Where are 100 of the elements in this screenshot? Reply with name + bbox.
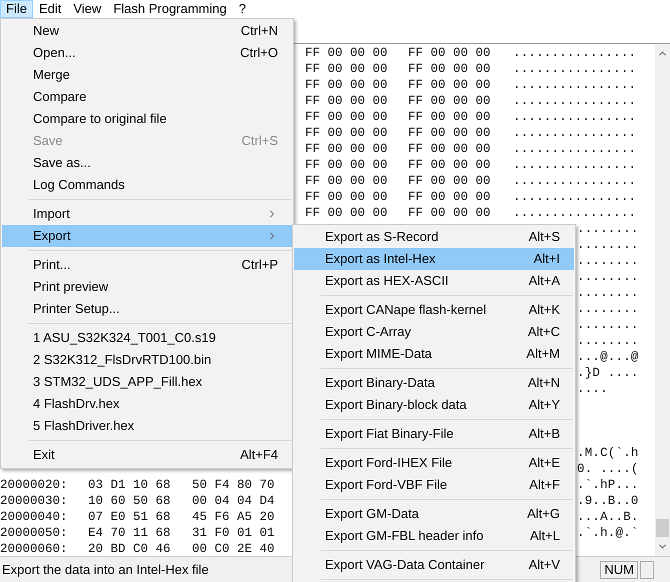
ascii-text: ................ <box>513 190 636 204</box>
menu-item[interactable]: Export CANape flash-kernel Alt+K <box>294 299 574 321</box>
hex-bytes: FF 00 00 00 <box>408 126 491 140</box>
hex-bytes: 20 BD C0 46 <box>88 542 171 556</box>
ascii-text: ................ <box>513 94 636 108</box>
hex-bytes: FF 00 00 00 <box>408 46 491 60</box>
ascii-text: ...@...@ <box>577 350 639 364</box>
menu-item[interactable]: Export VAG-Data Container Alt+V <box>294 554 574 576</box>
hex-address: 20000050: <box>0 526 68 540</box>
menu-item[interactable]: Print... Ctrl+P <box>2 254 292 276</box>
hex-bytes: 45 F6 A5 20 <box>192 510 275 524</box>
menu-item[interactable]: Export Ford-IHEX File Alt+E <box>294 452 574 474</box>
ascii-text: .M.C(`.h <box>577 446 639 460</box>
ascii-text: ........ <box>577 238 639 252</box>
hex-bytes: FF 00 00 00 <box>408 110 491 124</box>
menu-item[interactable]: Export as S-Record Alt+S <box>294 226 574 248</box>
hex-bytes: FF 00 00 00 <box>408 78 491 92</box>
hex-bytes: 50 F4 80 70 <box>192 478 275 492</box>
menu-item[interactable]: Log Commands <box>2 174 292 196</box>
ascii-text: ........ <box>577 286 639 300</box>
ascii-text: ................ <box>513 110 636 124</box>
menu-item[interactable]: 2 S32K312_FlsDrvRTD100.bin <box>2 349 292 371</box>
hex-bytes: FF 00 00 00 <box>305 94 388 108</box>
hex-bytes: FF 00 00 00 <box>408 206 491 220</box>
menu-item[interactable]: 5 FlashDriver.hex <box>2 415 292 437</box>
menu-item[interactable]: Compare to original file <box>2 108 292 130</box>
scrollbar[interactable] <box>655 44 670 556</box>
hex-bytes: 03 D1 10 68 <box>88 478 171 492</box>
ascii-text: ................ <box>513 174 636 188</box>
menu-item[interactable]: Export Binary-block data Alt+Y <box>294 394 574 416</box>
hex-bytes: FF 00 00 00 <box>408 158 491 172</box>
ascii-text: ........ <box>577 318 639 332</box>
menu-item[interactable]: Compare <box>2 86 292 108</box>
hex-bytes: FF 00 00 00 <box>408 174 491 188</box>
ascii-text: .}D .... <box>577 366 639 380</box>
hex-bytes: FF 00 00 00 <box>305 206 388 220</box>
status-indicator: NUM <box>600 560 638 578</box>
menu-bar-item[interactable]: Flash Programming <box>107 0 233 18</box>
menu-item[interactable]: Export <box>2 225 292 247</box>
ascii-text: ...A..B. <box>577 510 639 524</box>
menu-bar-item[interactable]: Edit <box>32 0 68 18</box>
ascii-text: ........ <box>577 334 639 348</box>
hex-bytes: FF 00 00 00 <box>305 190 388 204</box>
hex-bytes: 00 C0 2E 40 <box>192 542 275 556</box>
ascii-text: ........ <box>577 270 639 284</box>
menu-bar-item[interactable]: View <box>67 0 108 18</box>
hex-bytes: 10 60 50 68 <box>88 494 171 508</box>
status-message: Export the data into an Intel-Hex file <box>2 562 209 577</box>
menu-item[interactable]: Import <box>2 203 292 225</box>
menu-item[interactable]: New Ctrl+N <box>2 20 292 42</box>
menu-bar-item[interactable]: File <box>0 0 33 18</box>
ascii-text: .`.hP... <box>577 478 639 492</box>
menu-item[interactable]: Export MIME-Data Alt+M <box>294 343 574 365</box>
menu-item[interactable]: Export as Intel-Hex Alt+I <box>294 248 574 270</box>
hex-bytes: FF 00 00 00 <box>305 78 388 92</box>
hex-address: 20000040: <box>0 510 68 524</box>
ascii-text: 0. ....( <box>577 462 639 476</box>
ascii-text: ........ <box>577 222 639 236</box>
menu-item[interactable]: Print preview <box>2 276 292 298</box>
menu-item[interactable]: Export C-Array Alt+C <box>294 321 574 343</box>
status-pane <box>640 560 654 578</box>
ascii-text: ................ <box>513 46 636 60</box>
menu-item[interactable]: 1 ASU_S32K324_T001_C0.s19 <box>2 327 292 349</box>
hex-bytes: E4 70 11 68 <box>88 526 171 540</box>
menu-item[interactable]: Export Binary-Data Alt+N <box>294 372 574 394</box>
hex-bytes: FF 00 00 00 <box>408 190 491 204</box>
hex-address: 20000060: <box>0 542 68 556</box>
scrollbar-thumb[interactable] <box>656 519 669 537</box>
hex-bytes: 07 E0 51 68 <box>88 510 171 524</box>
ascii-text: .`.h.@.` <box>577 526 639 540</box>
menu-item[interactable]: Export GM-Data Alt+G <box>294 503 574 525</box>
ascii-text: .... <box>577 382 608 396</box>
hex-bytes: FF 00 00 00 <box>408 142 491 156</box>
hex-bytes: FF 00 00 00 <box>305 142 388 156</box>
menu-item[interactable]: Save as... <box>2 152 292 174</box>
menu-item[interactable]: Exit Alt+F4 <box>2 444 292 466</box>
menu-item[interactable]: Export as HEX-ASCII Alt+A <box>294 270 574 292</box>
hex-bytes: 00 04 04 D4 <box>192 494 275 508</box>
hex-bytes: 31 F0 01 01 <box>192 526 275 540</box>
menu-item[interactable]: Open... Ctrl+O <box>2 42 292 64</box>
ascii-text: ................ <box>513 158 636 172</box>
hex-bytes: FF 00 00 00 <box>305 62 388 76</box>
ascii-text: ........ <box>577 254 639 268</box>
menu-item[interactable]: Printer Setup... <box>2 298 292 320</box>
menu-item[interactable]: Export Ford-VBF File Alt+F <box>294 474 574 496</box>
ascii-text: ................ <box>513 206 636 220</box>
ascii-text: ................ <box>513 126 636 140</box>
menu-item[interactable]: 3 STM32_UDS_APP_Fill.hex <box>2 371 292 393</box>
menu-item[interactable]: 4 FlashDrv.hex <box>2 393 292 415</box>
menu-item[interactable]: Export Fiat Binary-File Alt+B <box>294 423 574 445</box>
hex-bytes: FF 00 00 00 <box>408 62 491 76</box>
ascii-text: ................ <box>513 78 636 92</box>
hex-address: 20000020: <box>0 478 68 492</box>
hex-bytes: FF 00 00 00 <box>408 94 491 108</box>
menu-bar-item[interactable]: ? <box>232 0 252 18</box>
menu-item[interactable]: Export GM-FBL header info Alt+L <box>294 525 574 547</box>
menu-item[interactable]: Merge <box>2 64 292 86</box>
ascii-text: .9..B..0 <box>577 494 639 508</box>
hex-bytes: FF 00 00 00 <box>305 158 388 172</box>
hex-bytes: FF 00 00 00 <box>305 174 388 188</box>
